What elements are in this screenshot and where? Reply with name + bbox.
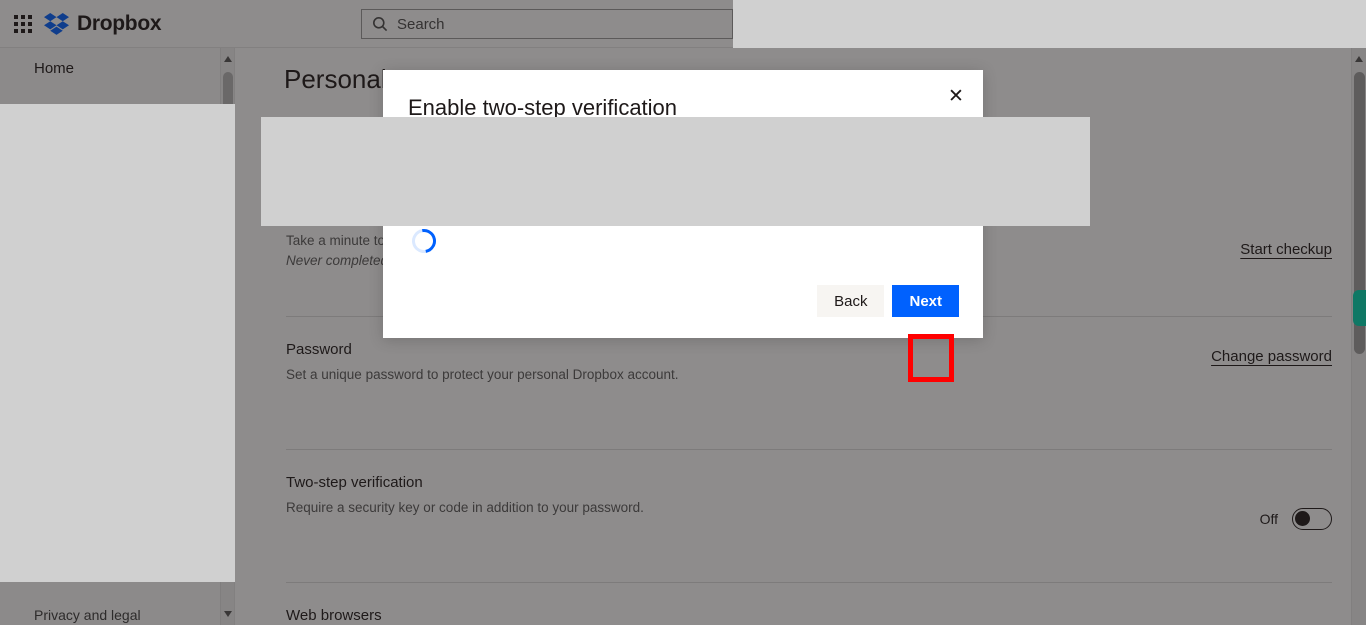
next-button[interactable]: Next	[892, 285, 959, 317]
redaction-block-sidebar	[0, 104, 235, 582]
close-icon[interactable]: ✕	[943, 83, 969, 109]
redaction-block-topbar	[733, 0, 1366, 48]
back-button[interactable]: Back	[817, 285, 885, 317]
modal-action-buttons: Back Next	[817, 285, 959, 317]
red-highlight-annotation	[908, 334, 954, 382]
redaction-block-modal-body	[261, 117, 1090, 226]
spinner-icon	[407, 224, 441, 258]
screenshot-root: Dropbox Search Home Privacy and legal P	[0, 0, 1366, 625]
